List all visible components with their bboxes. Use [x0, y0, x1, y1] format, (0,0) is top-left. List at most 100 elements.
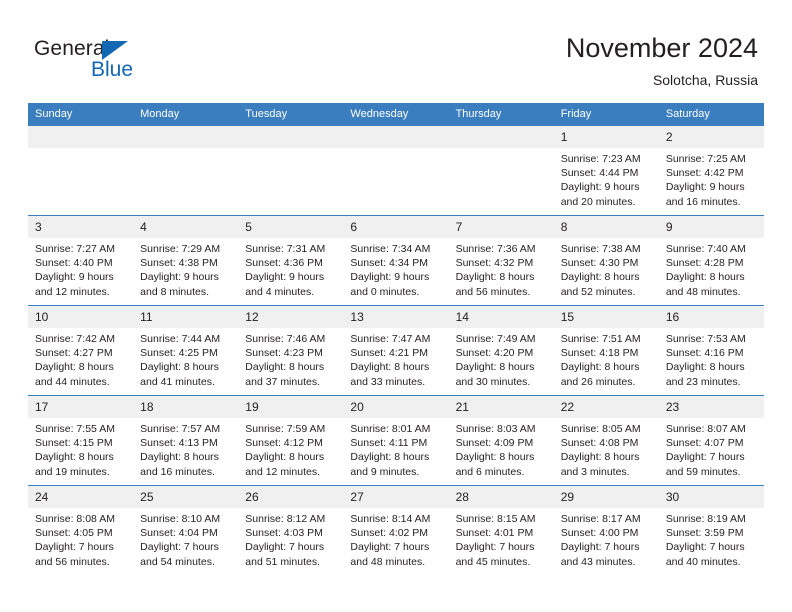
calendar-day-cell[interactable]: 27 Sunrise: 8:14 AM Sunset: 4:02 PM Dayligh…	[343, 485, 449, 575]
calendar-header-row: Sunday Monday Tuesday Wednesday Thursday…	[28, 103, 764, 126]
day-number	[238, 126, 344, 148]
day-number: 1	[553, 126, 659, 148]
calendar-day-cell[interactable]: 9 Sunrise: 7:40 AM Sunset: 4:28 PM Daylight…	[658, 215, 764, 306]
day-number: 24	[28, 486, 134, 508]
sunrise-text: Sunrise: 7:59 AM	[245, 423, 326, 435]
calendar-day-cell[interactable]: 25 Sunrise: 8:10 AM Sunset: 4:04 PM Dayligh…	[133, 485, 239, 575]
logo-text-blue: Blue	[91, 58, 134, 81]
sunset-text: Sunset: 4:05 PM	[35, 527, 113, 540]
day-number	[28, 126, 134, 148]
day-details: Sunrise: 7:55 AM Sunset: 4:15 PM Daylight:…	[28, 418, 133, 479]
calendar-day-cell[interactable]: 14 Sunrise: 7:49 AM Sunset: 4:20 PM Dayligh…	[448, 305, 554, 396]
sunset-text: Sunset: 4:08 PM	[560, 437, 639, 450]
day-details: Sunrise: 7:25 AM Sunset: 4:42 PM Daylight:…	[659, 148, 764, 209]
page-header: General Blue November 2024 Solotcha, Rus…	[0, 0, 792, 103]
calendar-day-cell[interactable]: 12 Sunrise: 7:46 AM Sunset: 4:23 PM Dayligh…	[238, 305, 344, 396]
calendar-day-cell[interactable]: 18 Sunrise: 7:57 AM Sunset: 4:13 PM Dayligh…	[133, 395, 239, 486]
sunrise-text: Sunrise: 7:51 AM	[560, 333, 641, 345]
daylight-text: Daylight: 9 hours and 12 minutes.	[35, 271, 114, 298]
day-details: Sunrise: 7:36 AM Sunset: 4:32 PM Daylight:…	[449, 238, 554, 299]
calendar-week-row: 17 Sunrise: 7:55 AM Sunset: 4:15 PM Dayligh…	[28, 395, 764, 486]
day-details: Sunrise: 7:31 AM Sunset: 4:36 PM Daylight:…	[238, 238, 343, 299]
calendar-page: General Blue November 2024 Solotcha, Rus…	[0, 0, 792, 612]
daylight-text: Daylight: 8 hours and 56 minutes.	[455, 271, 535, 298]
sunrise-text: Sunrise: 7:53 AM	[665, 333, 746, 345]
sunrise-text: Sunrise: 8:19 AM	[665, 513, 746, 525]
daylight-text: Daylight: 8 hours and 33 minutes.	[350, 361, 430, 388]
weekday-header-saturday: Saturday	[658, 103, 764, 126]
weekday-header-monday: Monday	[133, 103, 239, 126]
calendar-table: Sunday Monday Tuesday Wednesday Thursday…	[28, 103, 764, 575]
day-details: Sunrise: 8:05 AM Sunset: 4:08 PM Daylight:…	[554, 418, 659, 479]
calendar-day-cell[interactable]: 4 Sunrise: 7:29 AM Sunset: 4:38 PM Daylight…	[133, 215, 239, 306]
sunrise-text: Sunrise: 7:42 AM	[35, 333, 115, 345]
day-number: 15	[553, 306, 659, 328]
calendar-day-cell[interactable]: 17 Sunrise: 7:55 AM Sunset: 4:15 PM Dayligh…	[28, 395, 134, 486]
day-number: 19	[238, 396, 344, 418]
sunset-text: Sunset: 4:38 PM	[140, 257, 218, 270]
calendar-day-cell[interactable]: 23 Sunrise: 8:07 AM Sunset: 4:07 PM Dayligh…	[658, 395, 764, 486]
sunrise-text: Sunrise: 7:40 AM	[665, 243, 746, 255]
calendar-day-cell[interactable]: 2 Sunrise: 7:25 AM Sunset: 4:42 PM Daylight…	[658, 126, 764, 216]
general-blue-logo[interactable]: General Blue	[34, 37, 214, 87]
day-number: 20	[343, 396, 449, 418]
sunrise-text: Sunrise: 8:10 AM	[140, 513, 221, 525]
day-details: Sunrise: 8:07 AM Sunset: 4:07 PM Daylight:…	[659, 418, 764, 479]
day-number: 25	[133, 486, 239, 508]
day-number: 17	[28, 396, 134, 418]
sunset-text: Sunset: 4:36 PM	[245, 257, 323, 270]
calendar-day-cell[interactable]: 7 Sunrise: 7:36 AM Sunset: 4:32 PM Daylight…	[448, 215, 554, 306]
sunrise-text: Sunrise: 7:31 AM	[245, 243, 326, 255]
calendar-day-cell[interactable]: 30 Sunrise: 8:19 AM Sunset: 3:59 PM Dayligh…	[658, 485, 764, 575]
calendar-day-cell[interactable]: 24 Sunrise: 8:08 AM Sunset: 4:05 PM Dayligh…	[28, 485, 134, 575]
calendar-day-cell[interactable]: 28 Sunrise: 8:15 AM Sunset: 4:01 PM Dayligh…	[448, 485, 554, 575]
calendar-day-cell[interactable]: 13 Sunrise: 7:47 AM Sunset: 4:21 PM Dayligh…	[343, 305, 449, 396]
sunset-text: Sunset: 4:01 PM	[455, 527, 534, 540]
calendar-day-cell[interactable]: 21 Sunrise: 8:03 AM Sunset: 4:09 PM Dayligh…	[448, 395, 554, 486]
calendar-day-cell[interactable]: 6 Sunrise: 7:34 AM Sunset: 4:34 PM Daylight…	[343, 215, 449, 306]
sunset-text: Sunset: 4:23 PM	[245, 347, 323, 360]
calendar-day-cell[interactable]: 22 Sunrise: 8:05 AM Sunset: 4:08 PM Dayligh…	[553, 395, 659, 486]
daylight-text: Daylight: 7 hours and 51 minutes.	[245, 541, 325, 568]
day-number: 26	[238, 486, 344, 508]
sunset-text: Sunset: 4:09 PM	[455, 437, 534, 450]
calendar-day-cell[interactable]: 5 Sunrise: 7:31 AM Sunset: 4:36 PM Daylight…	[238, 215, 344, 306]
calendar-day-cell[interactable]: 1 Sunrise: 7:23 AM Sunset: 4:44 PM Daylight…	[553, 126, 659, 216]
calendar-day-cell[interactable]: 29 Sunrise: 8:17 AM Sunset: 4:00 PM Dayligh…	[553, 485, 659, 575]
day-details: Sunrise: 7:38 AM Sunset: 4:30 PM Daylight:…	[554, 238, 659, 299]
sunset-text: Sunset: 4:13 PM	[140, 437, 218, 450]
sunset-text: Sunset: 4:32 PM	[455, 257, 534, 270]
calendar-day-cell[interactable]: 10 Sunrise: 7:42 AM Sunset: 4:27 PM Dayligh…	[28, 305, 134, 396]
day-number	[448, 126, 554, 148]
calendar-day-cell[interactable]: 3 Sunrise: 7:27 AM Sunset: 4:40 PM Daylight…	[28, 215, 134, 306]
day-number: 5	[238, 216, 344, 238]
sunset-text: Sunset: 4:21 PM	[350, 347, 429, 360]
calendar-day-cell-empty	[133, 126, 239, 216]
calendar-week-row: 3 Sunrise: 7:27 AM Sunset: 4:40 PM Daylight…	[28, 215, 764, 306]
calendar-day-cell[interactable]: 16 Sunrise: 7:53 AM Sunset: 4:16 PM Dayligh…	[658, 305, 764, 396]
day-details: Sunrise: 8:14 AM Sunset: 4:02 PM Daylight:…	[343, 508, 448, 569]
daylight-text: Daylight: 9 hours and 4 minutes.	[245, 271, 325, 298]
daylight-text: Daylight: 9 hours and 20 minutes.	[560, 181, 640, 208]
calendar-day-cell[interactable]: 8 Sunrise: 7:38 AM Sunset: 4:30 PM Daylight…	[553, 215, 659, 306]
daylight-text: Daylight: 8 hours and 44 minutes.	[35, 361, 114, 388]
sunset-text: Sunset: 4:07 PM	[665, 437, 744, 450]
calendar-day-cell[interactable]: 19 Sunrise: 7:59 AM Sunset: 4:12 PM Dayligh…	[238, 395, 344, 486]
sunrise-text: Sunrise: 8:01 AM	[350, 423, 431, 435]
daylight-text: Daylight: 9 hours and 16 minutes.	[665, 181, 745, 208]
day-details: Sunrise: 7:23 AM Sunset: 4:44 PM Daylight:…	[554, 148, 659, 209]
calendar-day-cell[interactable]: 15 Sunrise: 7:51 AM Sunset: 4:18 PM Dayligh…	[553, 305, 659, 396]
sunrise-text: Sunrise: 7:27 AM	[35, 243, 115, 255]
day-details: Sunrise: 7:47 AM Sunset: 4:21 PM Daylight:…	[343, 328, 448, 389]
calendar-day-cell[interactable]: 26 Sunrise: 8:12 AM Sunset: 4:03 PM Dayligh…	[238, 485, 344, 575]
daylight-text: Daylight: 7 hours and 40 minutes.	[665, 541, 745, 568]
calendar-day-cell[interactable]: 20 Sunrise: 8:01 AM Sunset: 4:11 PM Dayligh…	[343, 395, 449, 486]
sunset-text: Sunset: 4:28 PM	[665, 257, 744, 270]
day-number: 23	[658, 396, 764, 418]
calendar-day-cell[interactable]: 11 Sunrise: 7:44 AM Sunset: 4:25 PM Dayligh…	[133, 305, 239, 396]
day-number: 8	[553, 216, 659, 238]
page-title: November 2024	[565, 33, 758, 63]
day-number: 13	[343, 306, 449, 328]
day-number: 12	[238, 306, 344, 328]
sunset-text: Sunset: 4:25 PM	[140, 347, 218, 360]
